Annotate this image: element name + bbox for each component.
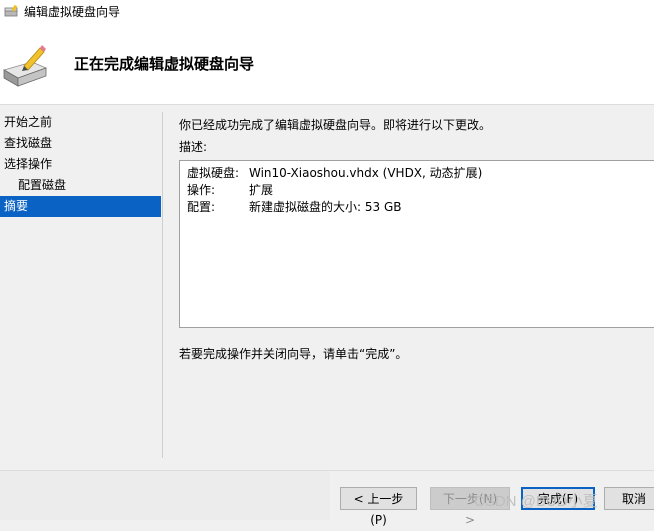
- intro-text: 你已经成功完成了编辑虚拟硬盘向导。即将进行以下更改。: [179, 118, 492, 132]
- summary-key: 虚拟硬盘:: [187, 166, 240, 180]
- nav-item-locate-disk[interactable]: 查找磁盘: [0, 133, 162, 154]
- wizard-nav: 开始之前 查找磁盘 选择操作 配置磁盘 摘要: [0, 112, 163, 458]
- previous-button[interactable]: < 上一步(P): [340, 487, 417, 527]
- page-heading: 正在完成编辑虚拟硬盘向导: [74, 55, 255, 73]
- summary-value: Win10-Xiaoshou.vhdx (VHDX, 动态扩展): [249, 166, 483, 180]
- disk-edit-icon: [2, 45, 48, 87]
- wizard-header: 正在完成编辑虚拟硬盘向导: [0, 22, 654, 105]
- nav-item-summary[interactable]: 摘要: [0, 196, 161, 217]
- summary-panel: 你已经成功完成了编辑虚拟硬盘向导。即将进行以下更改。 描述: 虚拟硬盘: Win…: [179, 116, 654, 361]
- description-label: 描述:: [179, 140, 208, 154]
- nav-item-before-you-begin[interactable]: 开始之前: [0, 112, 162, 133]
- watermark: CSDN @BUD小夏: [474, 493, 598, 510]
- summary-textbox[interactable]: 虚拟硬盘: Win10-Xiaoshou.vhdx (VHDX, 动态扩展) 操…: [179, 160, 654, 328]
- window-title: 编辑虚拟硬盘向导: [24, 4, 121, 19]
- nav-item-choose-action[interactable]: 选择操作: [0, 154, 162, 175]
- summary-value: 扩展: [249, 183, 274, 197]
- summary-key: 配置:: [187, 200, 216, 214]
- footer-area: [0, 471, 330, 520]
- disk-icon: [4, 4, 18, 18]
- cancel-button[interactable]: 取消: [604, 487, 654, 510]
- finish-instruction: 若要完成操作并关闭向导，请单击“完成”。: [179, 347, 408, 361]
- summary-value: 新建虚拟磁盘的大小: 53 GB: [249, 200, 402, 214]
- summary-key: 操作:: [187, 183, 216, 197]
- nav-item-configure-disk[interactable]: 配置磁盘: [0, 175, 162, 196]
- title-bar: 编辑虚拟硬盘向导: [0, 0, 654, 22]
